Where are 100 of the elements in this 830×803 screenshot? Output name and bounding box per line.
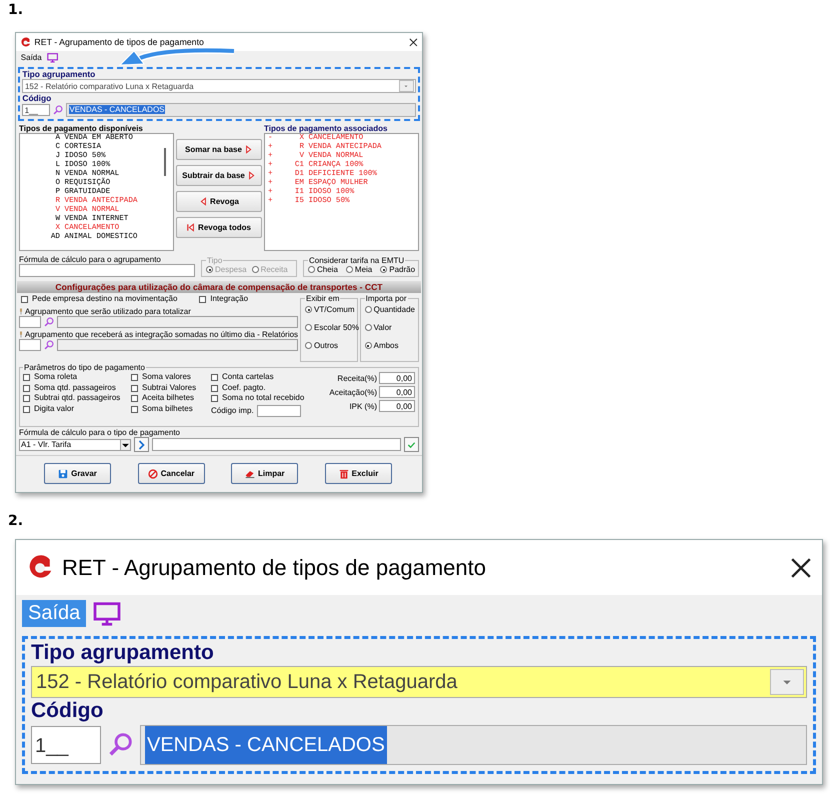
caret-icon — [782, 678, 792, 686]
option-label: Escolar 50% — [314, 323, 359, 332]
monitor-icon[interactable] — [93, 602, 122, 626]
checkbox[interactable] — [23, 384, 30, 392]
action-button[interactable]: Gravar — [44, 463, 111, 484]
action-button[interactable]: Excluir — [324, 463, 392, 484]
option-label: Quantidade — [374, 305, 415, 314]
search-icon[interactable] — [44, 316, 54, 327]
checkbox[interactable] — [21, 296, 28, 304]
step-number: 2. — [8, 513, 24, 531]
checkbox[interactable] — [211, 384, 218, 392]
list-title: Tipos de pagamento associados — [264, 124, 388, 134]
checkbox[interactable] — [199, 296, 206, 304]
code-field[interactable] — [256, 404, 301, 417]
checkbox[interactable] — [23, 406, 30, 413]
group-label: Considerar tarifa na EMTU — [308, 256, 406, 266]
window-title: RET - Agrupamento de tipos de pagamento — [34, 37, 205, 48]
checkbox-label: Soma bilhetes — [142, 404, 193, 414]
option-label: Valor — [374, 323, 392, 332]
checkbox-label: Digita valor — [34, 404, 74, 414]
chevron-icon — [137, 440, 146, 450]
checkbox-label: Subtrai qtd. passageiros — [34, 393, 120, 404]
radio-button[interactable] — [305, 342, 312, 350]
confirm-button[interactable] — [404, 437, 419, 452]
action-button[interactable]: Limpar — [231, 463, 298, 484]
action-button[interactable]: Cancelar — [138, 463, 205, 484]
field-label: Tipo agrupamento — [31, 640, 215, 666]
radio-button[interactable] — [364, 306, 372, 314]
percent-field[interactable]: 0,00 — [379, 400, 415, 412]
checkbox[interactable] — [211, 395, 218, 402]
group-label: Exibir em — [305, 294, 340, 304]
field-label: Tipo agrupamento — [22, 69, 96, 80]
description-field[interactable]: VENDAS - CANCELADOS — [140, 724, 807, 764]
checkbox-label: Soma roleta — [34, 372, 78, 383]
radio-button[interactable] — [346, 266, 353, 274]
option-label: Ambos — [374, 341, 399, 350]
description-field[interactable] — [57, 316, 298, 328]
checkbox[interactable] — [23, 395, 30, 402]
step-number: 1. — [8, 2, 24, 20]
field-label: Código imp. — [211, 406, 254, 416]
search-icon[interactable] — [44, 340, 54, 350]
field-label: Código — [31, 698, 104, 724]
option-label: Receita — [260, 265, 288, 274]
code-field[interactable]: 1__ — [31, 726, 101, 764]
checkbox[interactable] — [211, 374, 218, 382]
code-field[interactable] — [19, 338, 41, 351]
radio-button[interactable] — [305, 306, 312, 314]
checkbox[interactable] — [131, 374, 138, 382]
close-icon[interactable] — [790, 556, 812, 578]
trash-icon — [338, 468, 349, 479]
field-label: IPK (%) — [349, 402, 377, 411]
option-label: Despesa — [215, 265, 247, 274]
group-label: Tipo — [206, 256, 224, 266]
formula-field[interactable] — [152, 438, 401, 452]
formula-dropdown[interactable]: A1 - Vlr. Tarifa — [19, 438, 131, 451]
group-type-dropdown[interactable]: 152 - Relatório comparativo Luna x Retaguarda — [31, 666, 807, 698]
logo-icon — [20, 36, 32, 48]
formula-field[interactable] — [19, 264, 195, 278]
window-title: RET - Agrupamento de tipos de pagamento — [62, 554, 487, 580]
checkbox[interactable] — [23, 374, 30, 382]
percent-field[interactable]: 0,00 — [379, 372, 415, 384]
code-field[interactable] — [19, 316, 41, 328]
section-header: Configurações para utilização do câmara de compensação de transportes - CCT — [17, 281, 421, 294]
transfer-button[interactable]: Revoga — [176, 191, 262, 212]
checkbox[interactable] — [131, 384, 138, 392]
search-icon[interactable] — [108, 732, 133, 757]
close-icon[interactable] — [409, 38, 418, 47]
description-field[interactable] — [57, 338, 298, 351]
description-field[interactable]: VENDAS - CANCELADOS — [66, 103, 416, 117]
radio-button[interactable] — [305, 324, 312, 332]
menu-item[interactable]: Saída — [18, 52, 44, 64]
checkbox-label: Conta cartelas — [222, 372, 274, 383]
radio-button[interactable] — [380, 266, 388, 274]
checkbox-label: Soma valores — [142, 372, 191, 383]
field-label: Agrupamento que serão utilizado para totalizar — [25, 306, 191, 316]
group-type-dropdown[interactable]: 152 - Relatório comparativo Luna x Retaguarda — [22, 79, 416, 94]
right-triangle-icon — [244, 145, 253, 154]
search-icon[interactable] — [53, 104, 64, 115]
left-triangle-icon — [199, 197, 208, 206]
radio-button[interactable] — [364, 324, 372, 332]
pin-icon — [19, 308, 23, 315]
code-field[interactable]: 1__ — [22, 104, 50, 116]
checkbox-label: Coef. pagto. — [222, 382, 266, 394]
group-label: Importa por — [364, 294, 408, 304]
transfer-button[interactable]: Subtrair da base — [176, 165, 262, 186]
right-triangle-icon — [248, 171, 256, 180]
transfer-button[interactable]: Somar na base — [176, 139, 262, 160]
transfer-button[interactable]: Revoga todos — [176, 217, 262, 238]
radio-button[interactable] — [308, 266, 315, 274]
option-label: Cheia — [317, 265, 338, 274]
scrollbar[interactable] — [164, 148, 166, 176]
field-label: Fórmula de cálculo para o agrupamento — [19, 255, 162, 264]
monitor-icon[interactable] — [46, 53, 58, 63]
percent-field[interactable]: 0,00 — [379, 386, 415, 398]
field-label: Código — [22, 93, 52, 104]
radio-button[interactable] — [364, 342, 372, 350]
checkbox-label: Soma no total recebido — [222, 393, 304, 404]
insert-button[interactable] — [134, 437, 149, 452]
checkbox[interactable] — [131, 395, 138, 402]
checkbox[interactable] — [131, 406, 138, 413]
